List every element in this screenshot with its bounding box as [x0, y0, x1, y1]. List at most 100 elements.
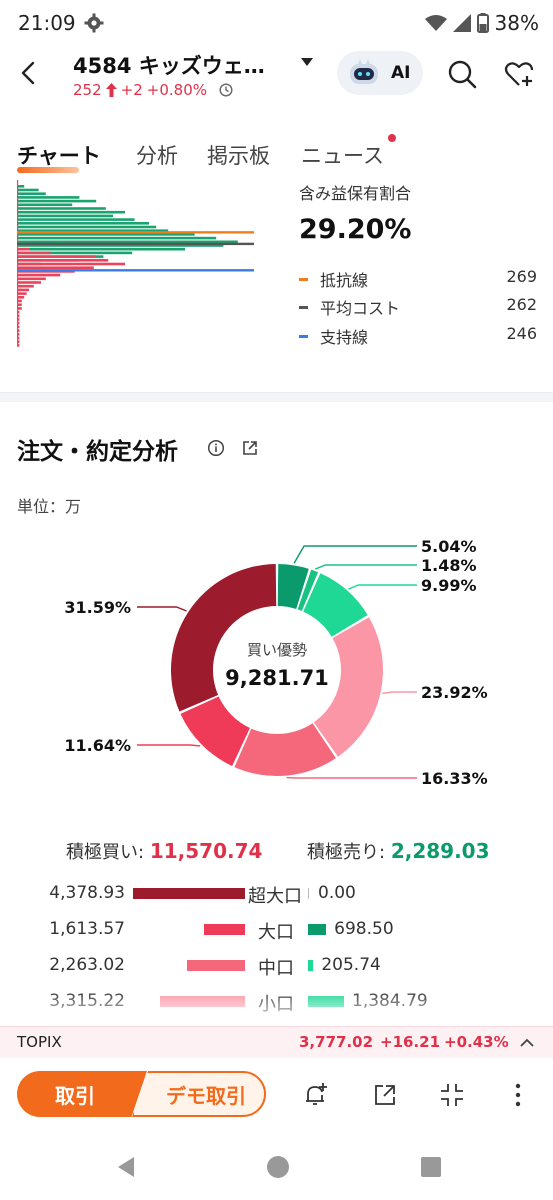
legend-name-resistance: 抵抗線	[320, 271, 369, 290]
scroll-fade	[0, 990, 553, 1026]
breakdown-size-label: 大口	[258, 922, 294, 943]
legend-name-support: 支持線	[320, 328, 369, 347]
news-unread-dot	[388, 134, 396, 142]
profile-bar-profit	[17, 203, 73, 207]
profile-bar-profit	[17, 199, 97, 203]
ai-assistant-button[interactable]: AI	[337, 51, 423, 95]
profile-bar-profit	[17, 236, 217, 240]
legend-value-support: 246	[506, 324, 537, 343]
breakdown-sell-bar	[308, 888, 309, 899]
system-nav-bar	[0, 1130, 553, 1200]
battery-icon	[476, 13, 489, 33]
gear-icon	[84, 13, 104, 33]
donut-slice-label: 5.04%	[421, 537, 477, 556]
profile-bar-loss	[17, 251, 51, 255]
active-buy-label: 積極買い:	[66, 842, 145, 863]
donut-leader-line	[293, 545, 417, 564]
holding-ratio-value: 29.20%	[299, 214, 412, 245]
chevron-up-icon[interactable]	[519, 1035, 535, 1051]
more-vertical-icon[interactable]	[504, 1081, 532, 1109]
stock-header: 4584 キッズウェ… 252 +2 +0.80% AI	[0, 46, 553, 110]
share-icon[interactable]	[371, 1081, 399, 1109]
active-tab-indicator	[17, 167, 79, 173]
nav-back-icon[interactable]	[114, 1155, 138, 1179]
profile-bar-profit	[17, 218, 135, 221]
index-ticker-bar[interactable]: TOPIX 3,777.02 +16.21 +0.43%	[0, 1026, 553, 1058]
profile-bar-loss	[17, 288, 29, 292]
tab-news[interactable]: ニュース	[301, 140, 384, 170]
status-right: 38%	[424, 11, 539, 35]
heart-plus-icon[interactable]	[503, 58, 535, 90]
breakdown-buy-bar	[133, 888, 245, 899]
demo-trade-button[interactable]: デモ取引	[132, 1071, 266, 1117]
nav-recents-icon[interactable]	[420, 1155, 442, 1179]
legend-name-average-cost: 平均コスト	[320, 299, 401, 318]
breakdown-row: 2,263.02 中口 205.74	[0, 953, 553, 979]
breakdown-row: 1,613.57 大口 698.50	[0, 917, 553, 943]
profile-bar-profit	[17, 207, 106, 210]
profile-line-246	[17, 269, 254, 272]
breakdown-buy-bar	[187, 960, 245, 971]
index-value: 3,777.02	[299, 1033, 374, 1051]
profile-bar-loss	[17, 247, 29, 251]
stock-title[interactable]: 4584 キッズウェ…	[73, 50, 265, 80]
donut-slice-label: 1.48%	[421, 556, 477, 575]
back-arrow-icon[interactable]	[14, 58, 44, 88]
legend-support: 支持線 246	[299, 324, 537, 348]
bell-plus-icon[interactable]	[302, 1081, 330, 1109]
price-volume-profile	[17, 180, 254, 347]
caret-down-icon[interactable]	[301, 58, 313, 66]
trade-button[interactable]: 取引	[17, 1071, 147, 1117]
price-change: +2	[120, 81, 143, 99]
profile-bar-loss	[17, 292, 27, 295]
nav-home-icon[interactable]	[266, 1155, 290, 1179]
profile-bar-profit	[17, 210, 125, 214]
profile-bar-loss	[17, 277, 46, 281]
tab-bar: チャート 分析 掲示板 ニュース	[17, 134, 537, 176]
profile-bar-profit	[17, 188, 39, 192]
tab-analysis[interactable]: 分析	[136, 140, 178, 170]
tab-board[interactable]: 掲示板	[207, 140, 270, 170]
legend-average-cost: 平均コスト 262	[299, 295, 537, 319]
tab-chart[interactable]: チャート	[17, 140, 101, 170]
breakdown-buy-bar	[203, 924, 245, 935]
order-donut-chart: 買い優勢 9,281.71 5.04%1.48%9.99% 23.92% 16.33…	[64, 537, 488, 788]
donut-slice-label: 31.59%	[64, 598, 131, 617]
section-divider	[0, 392, 553, 402]
donut-center-value: 9,281.71	[225, 666, 329, 690]
profile-bar-profit	[17, 196, 80, 199]
donut-slice-label: 23.92%	[421, 683, 488, 702]
collapse-icon[interactable]	[438, 1081, 466, 1109]
info-icon[interactable]	[207, 439, 225, 457]
breakdown-buy-value: 1,613.57	[49, 919, 125, 939]
breakdown-row: 4,378.93 超大口 0.00	[0, 881, 553, 907]
price-value: 252	[73, 81, 102, 99]
index-change: +16.21	[380, 1033, 441, 1051]
active-buy-total: 積極買い: 11,570.74	[66, 838, 262, 864]
legend-resistance: 抵抗線 269	[299, 267, 537, 291]
profile-bar-loss	[17, 262, 125, 266]
profile-axis	[17, 180, 19, 345]
profile-bar-profit	[17, 214, 113, 218]
legend-value-resistance: 269	[506, 267, 537, 286]
signal-icon	[452, 14, 471, 32]
profile-bar-loss	[17, 281, 41, 284]
donut-leader-line	[348, 584, 417, 590]
holding-ratio-label: 含み益保有割合	[299, 184, 412, 203]
index-change-pct: +0.43%	[444, 1033, 509, 1051]
donut-slice-label: 11.64%	[64, 736, 131, 755]
profile-bar-profit	[17, 222, 149, 225]
share-icon[interactable]	[241, 439, 259, 457]
ai-label: AI	[391, 63, 411, 83]
unit-label: 単位：万	[17, 497, 82, 516]
donut-leader-line	[382, 691, 417, 695]
donut-center-label: 買い優勢	[247, 641, 307, 659]
legend-swatch-resistance	[299, 278, 308, 281]
breakdown-size-label: 中口	[258, 958, 294, 979]
search-icon[interactable]	[446, 58, 478, 90]
robot-icon	[350, 59, 378, 84]
breakdown-sell-bar	[308, 960, 314, 971]
holding-ratio: 含み益保有割合 29.20%	[299, 180, 539, 245]
status-bar: 21:09 38%	[0, 0, 553, 46]
index-name: TOPIX	[17, 1033, 62, 1051]
